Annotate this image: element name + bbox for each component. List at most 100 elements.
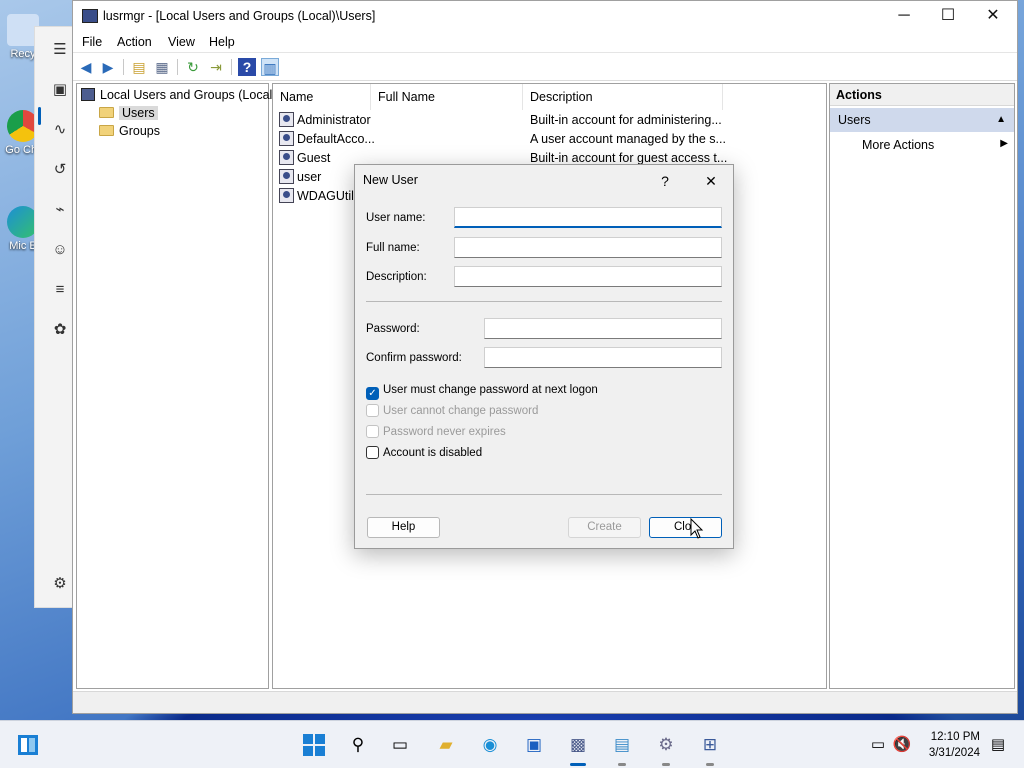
checkbox-password-never-expires[interactable]: Password never expires: [366, 425, 506, 441]
selection-indicator: [38, 107, 41, 125]
notification-icon[interactable]: ▤: [986, 733, 1010, 757]
fullname-label: Full name:: [366, 242, 420, 254]
confirm-password-label: Confirm password:: [366, 352, 462, 364]
services-icon[interactable]: ✿: [51, 321, 69, 339]
edge-icon[interactable]: ◉: [478, 733, 502, 757]
column-header-description[interactable]: Description: [523, 84, 723, 110]
password-label: Password:: [366, 323, 420, 335]
table-row[interactable]: user: [279, 168, 321, 187]
app-icon: [82, 9, 98, 23]
action-pane-icon[interactable]: ▥: [261, 58, 279, 76]
help-icon[interactable]: ?: [238, 58, 256, 76]
create-button[interactable]: Create: [568, 517, 641, 538]
menu-action[interactable]: Action: [117, 35, 152, 49]
folder-icon: [99, 125, 114, 136]
status-bar: [73, 691, 1017, 713]
store-icon[interactable]: ▣: [522, 733, 546, 757]
description-label: Description:: [366, 271, 427, 283]
search-icon[interactable]: ⚲: [346, 733, 370, 757]
username-label: User name:: [366, 212, 426, 224]
actions-section-users[interactable]: Users ▲: [830, 108, 1014, 132]
fullname-input[interactable]: [454, 237, 722, 258]
volume-muted-icon[interactable]: 🔇: [890, 733, 914, 757]
activity-icon[interactable]: ∿: [51, 121, 69, 139]
clock-date: 3/31/2024: [928, 747, 980, 759]
column-header-name[interactable]: Name: [273, 84, 371, 110]
performance-monitor-icon[interactable]: ▤: [610, 733, 634, 757]
dialog-close-button[interactable]: ✕: [697, 169, 725, 193]
menu-file[interactable]: File: [82, 35, 102, 49]
refresh-icon[interactable]: ↻: [184, 58, 202, 76]
home-icon[interactable]: ▣: [51, 81, 69, 99]
running-indicator: [618, 763, 626, 766]
file-explorer-icon[interactable]: ▰: [434, 733, 458, 757]
table-row[interactable]: WDAGUtilit: [279, 187, 360, 206]
folder-icon: [99, 107, 114, 118]
help-button[interactable]: Help: [367, 517, 440, 538]
column-header-full-name[interactable]: Full Name: [371, 84, 523, 110]
show-hide-tree-icon[interactable]: ▦: [153, 58, 171, 76]
table-row[interactable]: Administrator Built-in account for admin…: [279, 111, 722, 130]
users-icon[interactable]: ☺: [51, 241, 69, 259]
more-actions-item[interactable]: More Actions: [862, 134, 934, 156]
toolbar-separator: [123, 59, 124, 75]
tree-root[interactable]: Local Users and Groups (Local): [81, 86, 276, 104]
checkbox-checked-icon: ✓: [366, 387, 379, 400]
forward-arrow-icon[interactable]: ▶: [99, 58, 117, 76]
active-app-indicator: [570, 763, 586, 766]
menu-view[interactable]: View: [168, 35, 195, 49]
maximize-button[interactable]: ☐: [925, 1, 971, 31]
new-user-dialog: New User ? ✕ User name: Full name: Descr…: [354, 164, 734, 549]
taskbar: ⚲ ▭ ▰ ◉ ▣ ▩ ▤ ⚙ ⊞ ▭ 🔇 12:10 PM 3/31/2024…: [0, 720, 1024, 768]
toolbar: ◀ ▶ ▤ ▦ ↻ ⇥ ? ▥: [73, 54, 1017, 81]
confirm-password-input[interactable]: [484, 347, 722, 368]
password-input[interactable]: [484, 318, 722, 339]
checkbox-must-change-password[interactable]: ✓ User must change password at next logon: [366, 383, 598, 400]
start-icon[interactable]: [302, 733, 326, 757]
checkbox-icon: [366, 446, 379, 459]
close-button[interactable]: ✕: [970, 1, 1016, 31]
gear-icon[interactable]: ⚙: [51, 575, 69, 593]
details-icon[interactable]: ≡: [51, 281, 69, 299]
widgets-icon[interactable]: [16, 733, 40, 757]
chevron-right-icon: ▶: [1000, 138, 1008, 149]
toolbar-separator: [177, 59, 178, 75]
computer-management-icon[interactable]: ⚙: [654, 733, 678, 757]
computer-icon: [81, 88, 95, 101]
dialog-help-button[interactable]: ?: [651, 169, 679, 193]
history-icon[interactable]: ↺: [51, 161, 69, 179]
table-row[interactable]: DefaultAcco... A user account managed by…: [279, 130, 726, 149]
running-indicator: [706, 763, 714, 766]
checkbox-cannot-change-password[interactable]: User cannot change password: [366, 404, 538, 420]
export-list-icon[interactable]: ⇥: [207, 58, 225, 76]
clock[interactable]: 12:10 PM 3/31/2024: [929, 729, 980, 761]
clock-time: 12:10 PM: [930, 731, 980, 743]
user-icon: [279, 169, 294, 184]
divider: [366, 494, 722, 495]
hamburger-icon[interactable]: ☰: [51, 41, 69, 59]
close-dialog-button[interactable]: Clos: [649, 517, 722, 538]
network-icon[interactable]: ⊞: [698, 733, 722, 757]
tree-item-groups[interactable]: Groups: [99, 122, 160, 140]
console-tree: Local Users and Groups (Local) Users Gro…: [76, 83, 276, 689]
user-icon: [279, 188, 294, 203]
checkbox-icon: [366, 404, 379, 417]
up-folder-icon[interactable]: ▤: [130, 58, 148, 76]
menu-bar: File Action View Help: [73, 31, 1017, 53]
mouse-cursor-icon: [690, 518, 704, 539]
minimize-button[interactable]: ─: [881, 1, 927, 31]
task-view-icon[interactable]: ▭: [388, 733, 412, 757]
performance-icon[interactable]: ⌁: [51, 201, 69, 219]
divider: [366, 301, 722, 302]
menu-help[interactable]: Help: [209, 35, 235, 49]
back-arrow-icon[interactable]: ◀: [77, 58, 95, 76]
title-bar[interactable]: lusrmgr - [Local Users and Groups (Local…: [73, 1, 1017, 31]
username-input[interactable]: [454, 207, 722, 228]
tree-item-users[interactable]: Users: [99, 104, 158, 122]
description-input[interactable]: [454, 266, 722, 287]
user-icon: [279, 131, 294, 146]
network-status-icon[interactable]: ▭: [866, 733, 890, 757]
table-row[interactable]: Guest Built-in account for guest access …: [279, 149, 727, 168]
lusrmgr-taskbar-icon[interactable]: ▩: [566, 733, 590, 757]
checkbox-account-disabled[interactable]: Account is disabled: [366, 446, 482, 462]
